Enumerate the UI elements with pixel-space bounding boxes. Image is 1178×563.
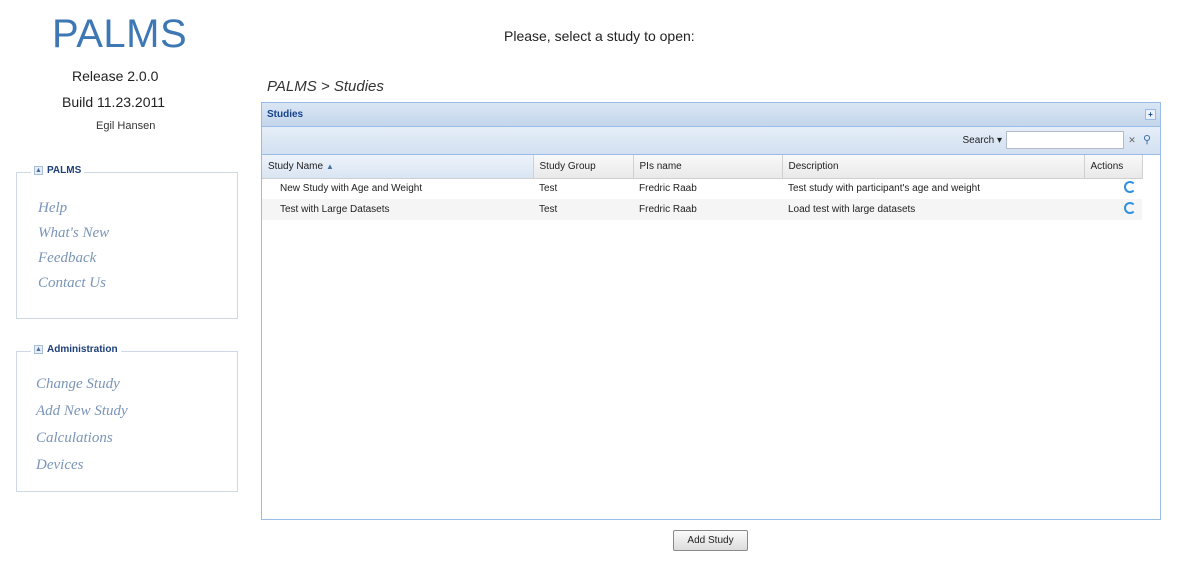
breadcrumb: PALMS > Studies [267, 78, 384, 95]
release-label: Release 2.0.0 [72, 68, 159, 84]
calculations-link[interactable]: Calculations [36, 430, 113, 447]
search-icon[interactable]: ⚲ [1140, 132, 1154, 148]
studies-grid: Studies + Search ▾ ✕ ⚲ Study Name ▲ Study… [261, 102, 1161, 520]
collapse-icon[interactable]: ▲ [34, 166, 43, 175]
author-label: Egil Hansen [96, 120, 156, 132]
change-study-link[interactable]: Change Study [36, 376, 120, 393]
study-group-cell: Test [533, 199, 633, 220]
app-logo: PALMS [52, 12, 188, 56]
sort-ascending-icon: ▲ [326, 161, 334, 171]
add-new-study-link[interactable]: Add New Study [36, 403, 128, 420]
palms-panel: ▲ PALMS Help What's New Feedback Contact… [16, 165, 238, 319]
open-study-icon[interactable] [1124, 181, 1136, 194]
left-column: PALMS Release 2.0.0 Build 11.23.2011 Egi… [0, 0, 245, 563]
select-study-prompt: Please, select a study to open: [504, 28, 695, 44]
column-header-description[interactable]: Description [782, 155, 1085, 179]
search-input[interactable] [1006, 131, 1124, 149]
grid-toolbar: Search ▾ ✕ ⚲ [262, 127, 1160, 155]
description-cell: Test study with participant's age and we… [788, 183, 981, 195]
help-link[interactable]: Help [38, 200, 67, 217]
study-name-cell[interactable]: New Study with Age and Weight [262, 178, 533, 199]
table-row[interactable]: Test with Large Datasets Test Fredric Ra… [262, 199, 1142, 220]
description-cell: Load test with large datasets [782, 199, 1084, 220]
administration-panel-title: Administration [47, 344, 118, 355]
actions-cell [1084, 178, 1142, 199]
pi-name-cell: Fredric Raab [639, 183, 697, 195]
administration-panel: ▲ Administration Change Study Add New St… [16, 344, 238, 492]
pi-name-cell: Fredric Raab [633, 199, 782, 220]
palms-panel-header[interactable]: ▲ PALMS [31, 165, 85, 176]
search-menu[interactable]: Search ▾ [963, 135, 1002, 146]
collapse-grid-icon[interactable]: + [1145, 109, 1156, 120]
studies-table: Study Name ▲ Study Group PIs name Descrip… [262, 155, 1143, 220]
feedback-link[interactable]: Feedback [38, 250, 96, 267]
study-name-cell[interactable]: Test with Large Datasets [262, 199, 533, 220]
column-header-study-name[interactable]: Study Name ▲ [262, 155, 534, 179]
contact-us-link[interactable]: Contact Us [38, 275, 106, 292]
actions-cell [1084, 199, 1142, 220]
build-label: Build 11.23.2011 [62, 94, 166, 110]
whats-new-link[interactable]: What's New [38, 225, 109, 242]
table-header-row: Study Name ▲ Study Group PIs name Descrip… [262, 155, 1143, 179]
column-header-study-group[interactable]: Study Group [533, 155, 634, 179]
collapse-icon[interactable]: ▲ [34, 345, 43, 354]
grid-title: Studies [267, 109, 304, 120]
table-row[interactable]: New Study with Age and Weight Test Fredr… [262, 178, 1142, 199]
palms-panel-title: PALMS [47, 165, 82, 176]
clear-search-icon[interactable]: ✕ [1126, 133, 1138, 147]
grid-title-bar: Studies + [262, 103, 1160, 127]
add-study-button[interactable]: Add Study [673, 530, 748, 551]
column-header-actions[interactable]: Actions [1084, 155, 1143, 179]
devices-link[interactable]: Devices [36, 457, 83, 474]
open-study-icon[interactable] [1124, 202, 1136, 214]
study-group-cell: Test [539, 183, 558, 195]
administration-panel-header[interactable]: ▲ Administration [31, 344, 121, 355]
column-header-pis-name[interactable]: PIs name [633, 155, 783, 179]
